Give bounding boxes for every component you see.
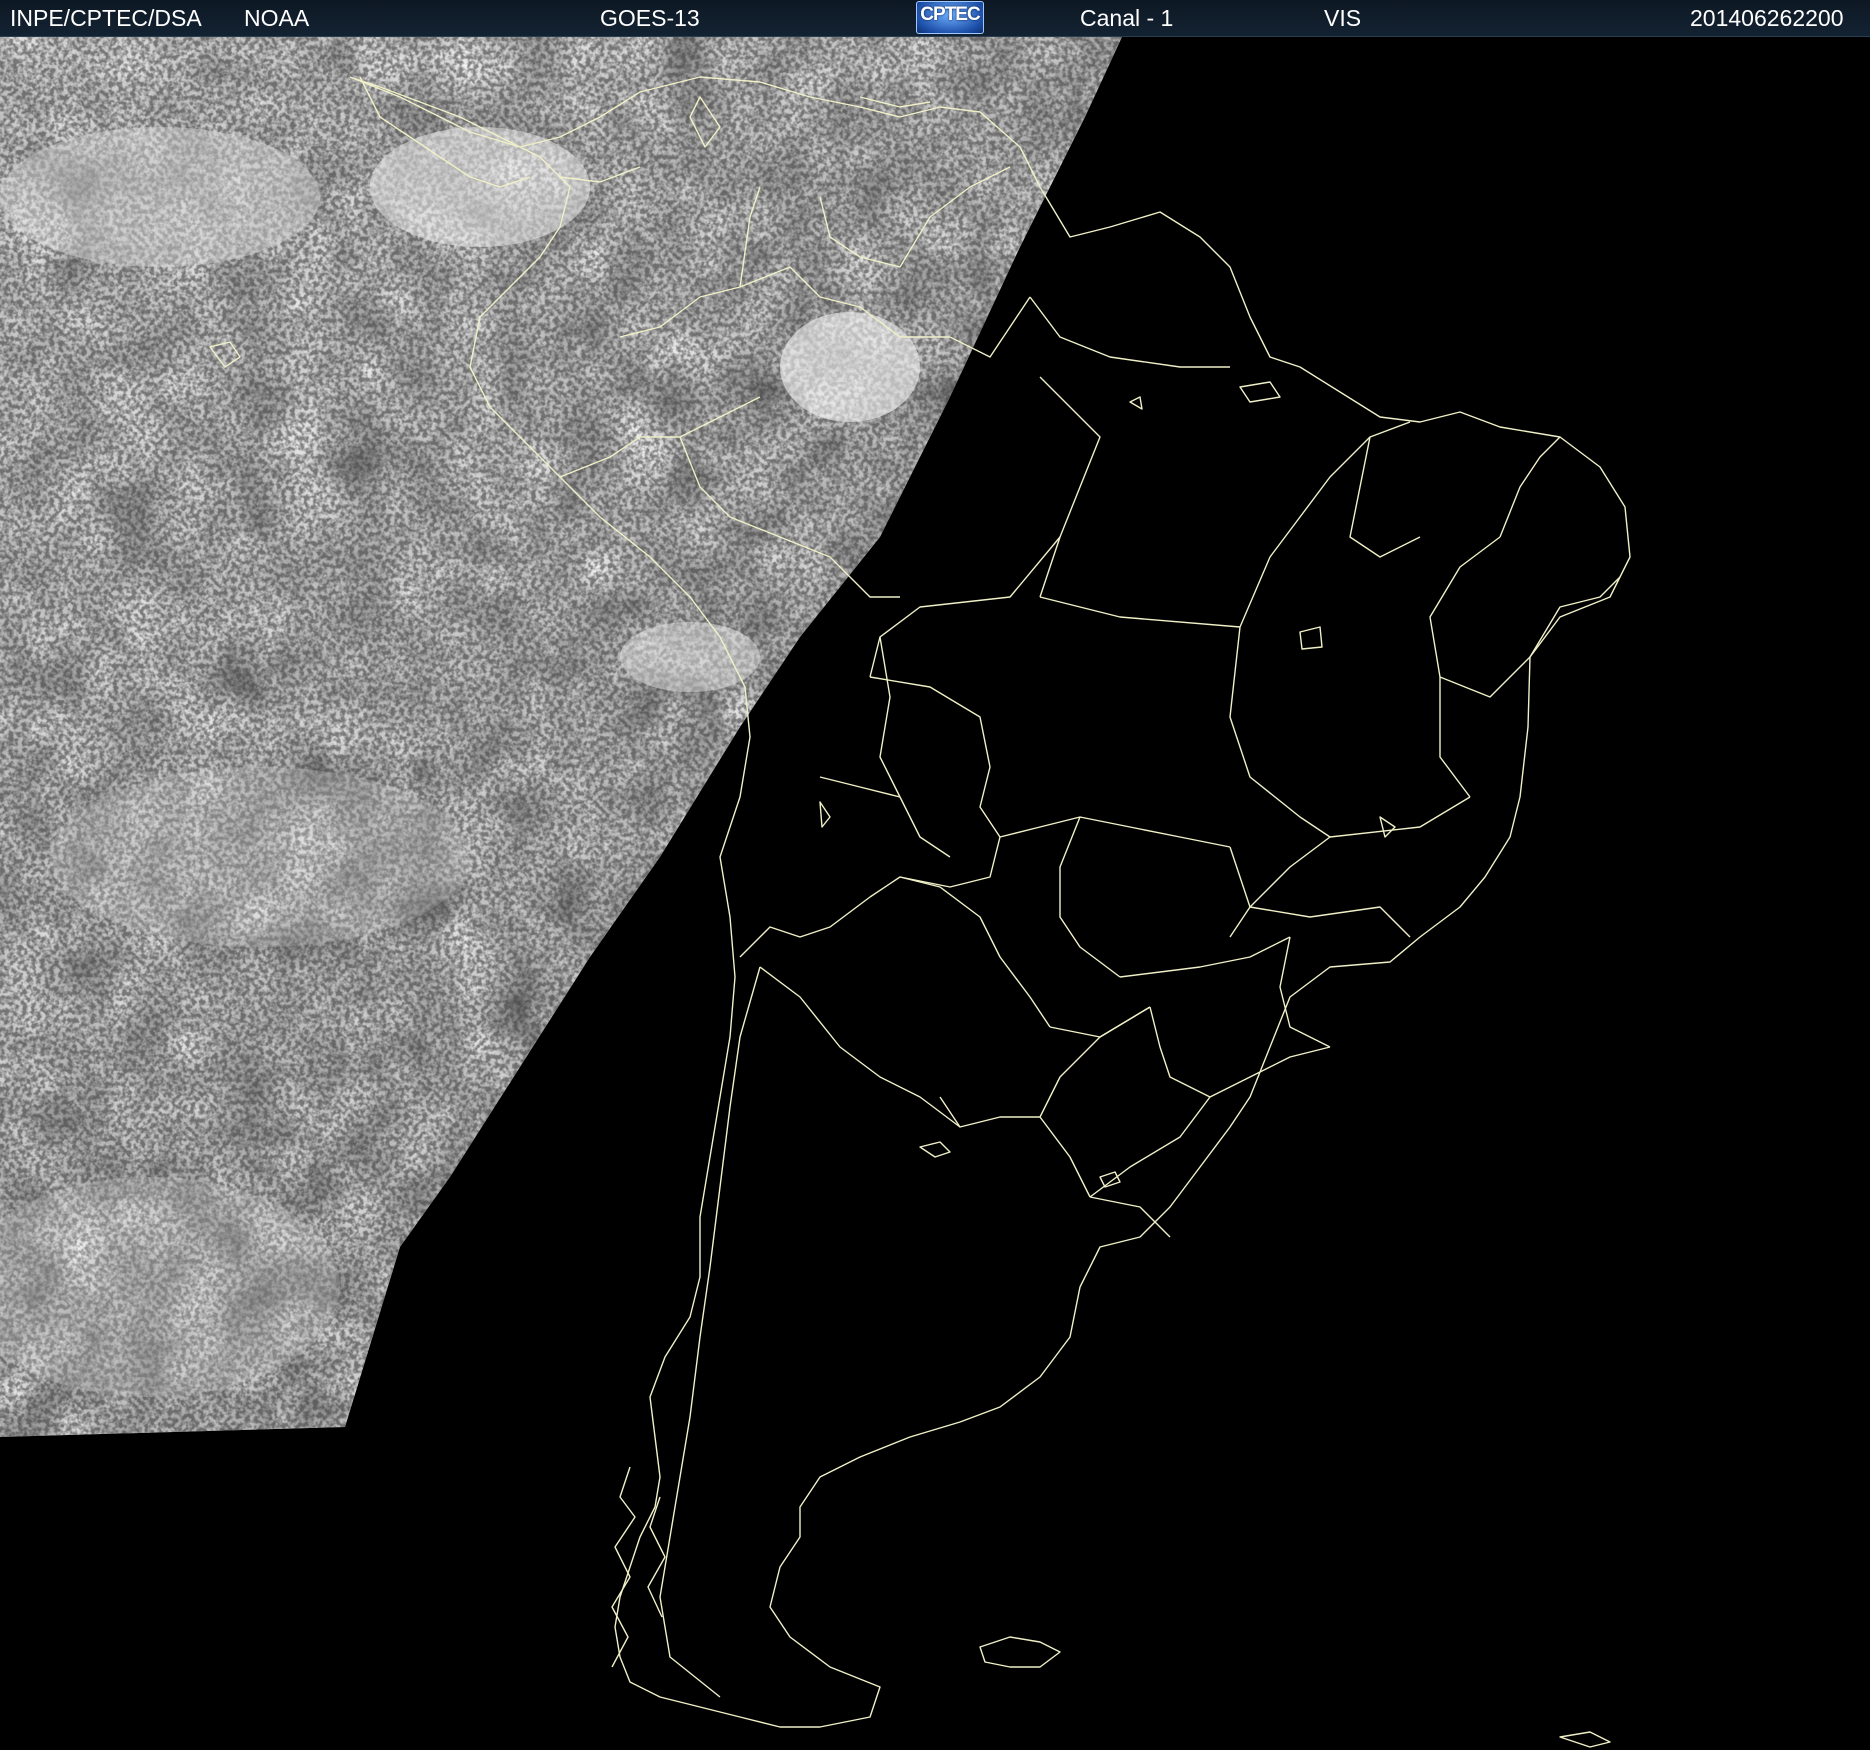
cptec-logo-text: CPTEC bbox=[920, 4, 980, 25]
channel-label: Canal - 1 bbox=[1080, 5, 1174, 31]
timestamp-label: 201406262200 bbox=[1690, 5, 1844, 31]
satellite-label: GOES-13 bbox=[600, 5, 700, 31]
image-header-bar: INPE/CPTEC/DSA NOAA GOES-13 CPTEC Canal … bbox=[0, 0, 1870, 37]
band-label: VIS bbox=[1324, 5, 1362, 31]
map-canvas bbox=[0, 37, 1870, 1750]
institution-label: INPE/CPTEC/DSA bbox=[10, 5, 202, 31]
agency-label: NOAA bbox=[244, 5, 310, 31]
satellite-map-area bbox=[0, 37, 1870, 1750]
satellite-image-frame: INPE/CPTEC/DSA NOAA GOES-13 CPTEC Canal … bbox=[0, 0, 1870, 1750]
cptec-logo: CPTEC bbox=[916, 1, 984, 34]
